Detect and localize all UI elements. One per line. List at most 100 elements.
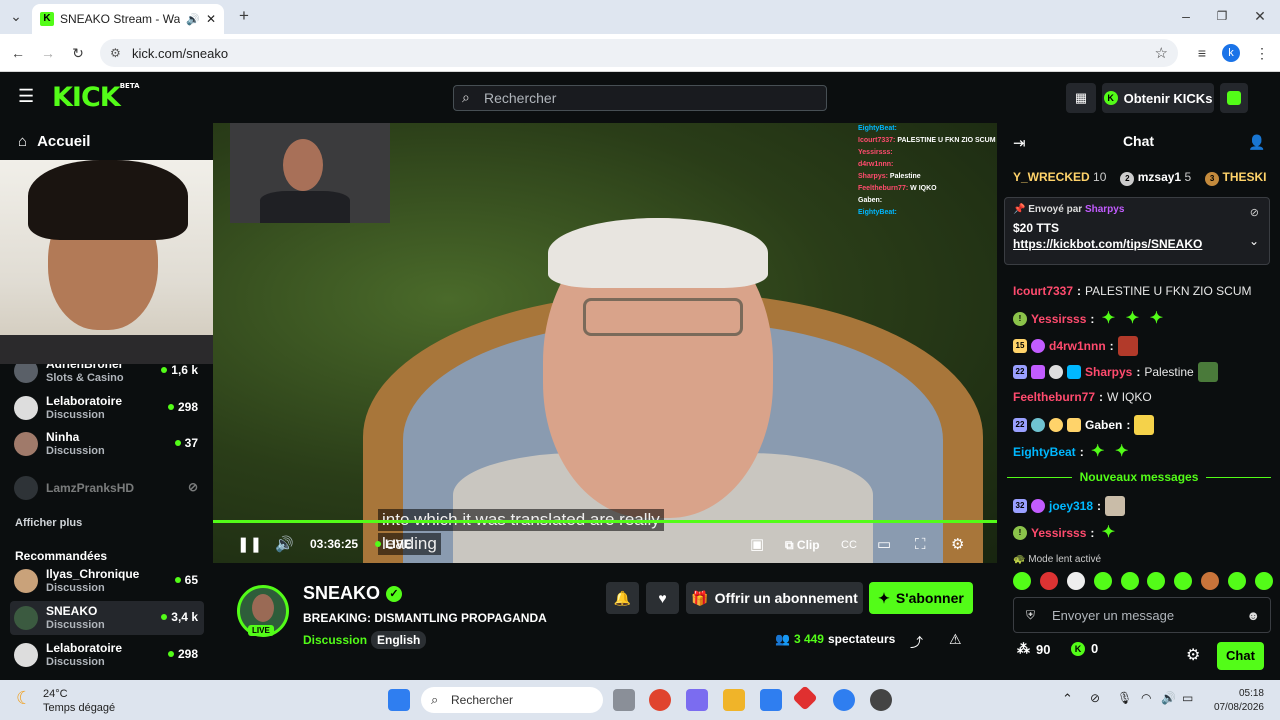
- emote-icon[interactable]: [1039, 572, 1058, 590]
- search-input[interactable]: ⌕ Rechercher: [453, 85, 827, 111]
- copilot-icon[interactable]: [686, 689, 708, 711]
- sidebar-item-lamzpranks[interactable]: LamzPranksHD ⊘: [14, 471, 204, 505]
- user-menu-button[interactable]: [1220, 83, 1248, 113]
- tab-close-icon[interactable]: ✕: [206, 12, 216, 26]
- gift-subscription-button[interactable]: 🎁 Offrir un abonnement: [686, 582, 863, 614]
- forward-icon[interactable]: →: [38, 43, 58, 63]
- browser-menu-icon[interactable]: ⋮: [1252, 43, 1272, 63]
- emote-icon[interactable]: [1201, 572, 1220, 590]
- channel-name[interactable]: SNEAKO ✓: [303, 583, 403, 604]
- chat-users-icon[interactable]: 👤: [1248, 134, 1265, 151]
- start-icon[interactable]: [388, 689, 410, 711]
- weather-widget[interactable]: 24°C Temps dégagé: [43, 687, 115, 715]
- settings-icon[interactable]: ⚙: [951, 533, 964, 557]
- task-view-icon[interactable]: [613, 689, 635, 711]
- channel-points[interactable]: ⁂ 90: [1017, 641, 1050, 657]
- address-bar[interactable]: ⚙ kick.com/sneako ☆: [100, 39, 1178, 67]
- emote-icon[interactable]: [1093, 572, 1112, 590]
- maximize-icon[interactable]: ❐: [1212, 6, 1232, 26]
- chevron-down-icon[interactable]: ⌄: [1249, 234, 1259, 248]
- sidebar-item-lelaboratoire[interactable]: Lelaboratoire Discussion 298: [14, 391, 204, 425]
- category-link[interactable]: Discussion: [303, 633, 367, 647]
- channel-category: Slots & Casino: [46, 372, 124, 384]
- send-chat-button[interactable]: Chat: [1217, 642, 1264, 670]
- volume-icon[interactable]: 🔊: [1161, 691, 1176, 705]
- channel-name: Ilyas_Chronique: [46, 567, 140, 581]
- sidebar-item-ninha[interactable]: Ninha Discussion 37: [14, 427, 204, 461]
- captions-icon[interactable]: CC: [841, 533, 857, 557]
- minimize-icon[interactable]: –: [1176, 6, 1196, 26]
- follow-button[interactable]: ♥: [646, 582, 679, 614]
- video-player[interactable]: EightyBeat: Icourt7337: PALESTINE U FKN …: [213, 123, 997, 563]
- report-icon[interactable]: ⚠: [949, 631, 962, 648]
- theater-mode-icon[interactable]: ▣: [750, 533, 764, 557]
- clip-button[interactable]: ⧉ Clip: [785, 533, 820, 557]
- pause-icon[interactable]: ❚❚: [237, 533, 262, 557]
- emoji-icon[interactable]: ☻: [1246, 608, 1260, 623]
- new-messages-divider[interactable]: Nouveaux messages: [1007, 469, 1272, 485]
- microphone-icon[interactable]: 🎙: [1117, 691, 1132, 705]
- emote-icon[interactable]: [1254, 572, 1273, 590]
- shield-icon[interactable]: ⛨: [1026, 608, 1035, 623]
- emote-icon: ✦: [1101, 524, 1116, 541]
- reload-icon[interactable]: ↻: [68, 43, 88, 63]
- sidebar-home[interactable]: ⌂ Accueil: [18, 133, 90, 150]
- show-more-link[interactable]: Afficher plus: [15, 517, 82, 529]
- get-kicks-button[interactable]: K Obtenir KICKs: [1102, 83, 1214, 113]
- url-text: kick.com/sneako: [132, 45, 229, 61]
- sidebar-item-sneako[interactable]: SNEAKO Discussion 3,4 k: [10, 601, 204, 635]
- speaker-icon[interactable]: 🔊: [186, 13, 200, 26]
- miniplayer-icon[interactable]: ▭: [877, 533, 891, 557]
- emote-icon[interactable]: [1066, 572, 1085, 590]
- progress-bar[interactable]: [213, 520, 997, 523]
- browse-button[interactable]: ▦: [1066, 83, 1096, 113]
- wifi-icon[interactable]: ◠: [1141, 691, 1151, 705]
- weather-icon[interactable]: ☾: [16, 688, 32, 709]
- sidebar-item-ilyas[interactable]: Ilyas_Chronique Discussion 65: [14, 564, 204, 598]
- emote-icon[interactable]: [1147, 572, 1166, 590]
- stream-chat-overlay: EightyBeat: Icourt7337: PALESTINE U FKN …: [858, 125, 996, 216]
- slow-mode-notice: 🐢 Mode lent activé: [1013, 554, 1102, 565]
- obs-icon[interactable]: [870, 689, 892, 711]
- tab-list-icon[interactable]: ⌄: [6, 6, 26, 26]
- pinned-message[interactable]: 📌 Envoyé par Sharpys $20 TTS https://kic…: [1004, 197, 1270, 265]
- tray-expand-icon[interactable]: ⌃: [1062, 691, 1073, 707]
- chat-message-input[interactable]: ⛨ Envoyer un message ☻: [1013, 597, 1271, 633]
- app-icon[interactable]: [792, 685, 818, 711]
- new-tab-icon[interactable]: +: [234, 6, 254, 26]
- kick-logo[interactable]: KICKBETA: [52, 82, 140, 113]
- hide-icon[interactable]: ⊘: [1250, 206, 1259, 219]
- volume-icon[interactable]: 🔊: [275, 533, 294, 557]
- store-icon[interactable]: [760, 689, 782, 711]
- kicks-balance[interactable]: K0: [1071, 641, 1098, 656]
- system-clock[interactable]: 05:18 07/08/2026: [1210, 687, 1264, 715]
- media-control-icon[interactable]: ≡: [1192, 43, 1212, 63]
- chat-settings-icon[interactable]: ⚙: [1186, 645, 1200, 665]
- notification-button[interactable]: 🔔: [606, 582, 639, 614]
- badge-icon: [1049, 418, 1063, 432]
- help-icon[interactable]: [833, 689, 855, 711]
- emote-icon[interactable]: [1120, 572, 1139, 590]
- browser-tab[interactable]: K SNEAKO Stream - Watch Li 🔊 ✕: [32, 4, 224, 34]
- file-explorer-icon[interactable]: [723, 689, 745, 711]
- tray-app-icon[interactable]: ⊘: [1090, 691, 1100, 705]
- profile-avatar[interactable]: k: [1222, 44, 1240, 62]
- window-close-icon[interactable]: ✕: [1250, 6, 1270, 26]
- taskbar-search[interactable]: ⌕ Rechercher: [421, 687, 603, 713]
- battery-icon[interactable]: ▭: [1182, 691, 1193, 705]
- chrome-icon[interactable]: [649, 689, 671, 711]
- hamburger-menu-icon[interactable]: ☰: [18, 86, 34, 107]
- emote-icon[interactable]: [1013, 572, 1031, 590]
- bookmark-star-icon[interactable]: ☆: [1155, 44, 1168, 62]
- back-icon[interactable]: ←: [8, 43, 28, 63]
- pinned-link[interactable]: https://kickbot.com/tips/SNEAKO: [1013, 237, 1261, 251]
- logo-text: KICK: [52, 82, 121, 113]
- site-info-icon[interactable]: ⚙: [110, 46, 121, 60]
- fullscreen-icon[interactable]: ⛶: [915, 533, 926, 557]
- emote-icon[interactable]: [1228, 572, 1246, 590]
- subscribe-button[interactable]: ✦ S'abonner: [869, 582, 973, 614]
- language-tag[interactable]: English: [371, 631, 427, 649]
- share-icon[interactable]: ⤴: [910, 632, 923, 651]
- sidebar-item-lelaboratoire-2[interactable]: Lelaboratoire Discussion 298: [14, 638, 204, 672]
- emote-icon[interactable]: [1174, 572, 1193, 590]
